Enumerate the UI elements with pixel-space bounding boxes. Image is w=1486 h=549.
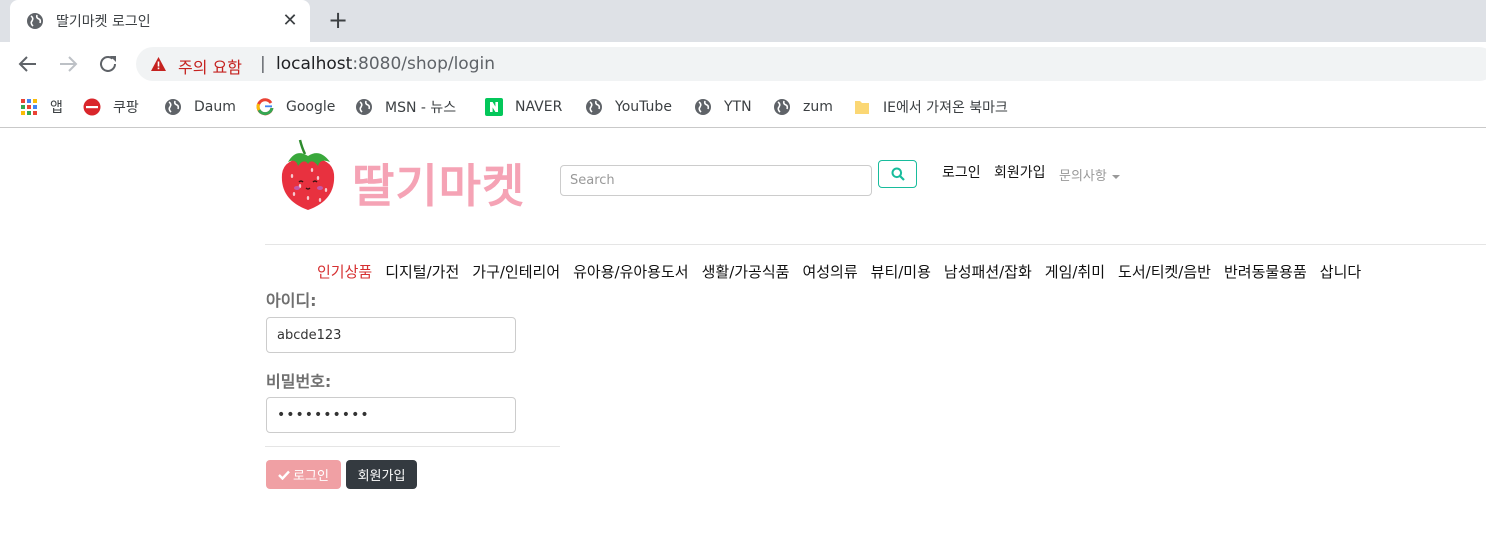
coupang-icon [83,98,101,116]
bookmark-ie-folder[interactable]: IE에서 가져온 북마크 [853,96,1008,118]
apps-grid-icon [21,99,37,115]
header-divider [265,244,1486,245]
search-button[interactable] [878,160,917,188]
globe-icon [165,99,181,115]
category-books[interactable]: 도서/티켓/음반 [1118,263,1211,281]
bookmark-label: IE에서 가져온 북마크 [883,100,1008,116]
bookmark-youtube[interactable]: YouTube [585,96,672,118]
login-button[interactable]: 로그인 [266,460,341,489]
tab-title: 딸기마켓 로그인 [56,14,151,30]
search-input[interactable] [560,165,872,196]
login-button-label: 로그인 [293,468,329,483]
password-label: 비밀번호: [266,372,332,391]
bookmark-label: YouTube [615,99,672,115]
category-furniture[interactable]: 가구/인테리어 [472,263,560,281]
omnibox-separator: | [260,54,266,74]
url-text[interactable]: localhost:8080/shop/login [276,54,495,74]
strawberry-logo-icon[interactable] [278,138,338,214]
new-tab-button[interactable]: + [326,8,350,33]
check-icon [278,470,290,480]
nav-signup-link[interactable]: 회원가입 [994,162,1046,182]
tab-strip: 딸기마켓 로그인 ✕ + [0,0,1486,42]
globe-icon [27,13,43,29]
bookmark-zum[interactable]: zum [773,96,833,118]
bookmark-label: MSN - 뉴스 [385,100,457,116]
site-logo-text[interactable]: 딸기마켓 [352,150,525,216]
password-input[interactable] [266,397,516,433]
bookmark-label: 쿠팡 [113,100,139,116]
address-bar[interactable]: 주의 요함 | localhost:8080/shop/login [136,47,1486,81]
bookmark-apps[interactable]: 앱 [20,96,63,118]
search-icon [891,167,905,181]
browser-toolbar: 주의 요함 | localhost:8080/shop/login [0,42,1486,86]
category-beauty[interactable]: 뷰티/미용 [871,263,931,281]
naver-icon [485,98,503,116]
warning-triangle-icon [151,57,166,71]
category-pets[interactable]: 반려동물용품 [1224,263,1307,281]
nav-login-link[interactable]: 로그인 [942,162,981,182]
bookmark-label: YTN [724,99,752,115]
globe-icon [586,99,602,115]
folder-icon [855,101,869,114]
url-path: :8080/shop/login [352,54,495,74]
signup-button-label: 회원가입 [357,468,406,483]
category-kids[interactable]: 유아용/유아용도서 [573,263,688,281]
bookmark-label: NAVER [515,99,563,115]
signup-button[interactable]: 회원가입 [346,460,417,489]
category-games[interactable]: 게임/취미 [1045,263,1105,281]
bookmark-label: Daum [194,99,236,115]
security-warning-label[interactable]: 주의 요함 [178,54,242,78]
bookmark-coupang[interactable]: 쿠팡 [83,96,139,118]
category-living[interactable]: 생활/가공식품 [702,263,790,281]
bookmark-label: zum [803,99,833,115]
bookmark-msn[interactable]: MSN - 뉴스 [355,96,456,118]
form-divider [265,446,560,447]
browser-tab[interactable]: 딸기마켓 로그인 ✕ [10,0,310,42]
category-wanted[interactable]: 삽니다 [1320,263,1361,281]
bookmark-google[interactable]: Google [256,96,335,118]
category-nav: 인기상품 디지털/가전 가구/인테리어 유아용/유아용도서 생활/가공식품 여성의류 뷰티/… [317,261,1374,283]
category-digital[interactable]: 디지털/가전 [385,263,459,281]
close-tab-icon[interactable]: ✕ [280,11,300,31]
bookmark-ytn[interactable]: YTN [694,96,752,118]
url-host: localhost [276,54,353,74]
bookmark-label: Google [286,99,336,115]
nav-inquiry-label: 문의사항 [1059,169,1107,184]
nav-inquiry-dropdown[interactable]: 문의사항 [1059,165,1120,184]
category-mens-fashion[interactable]: 남성패션/잡화 [944,263,1032,281]
caret-down-icon [1111,174,1120,179]
back-arrow-icon[interactable] [16,52,40,76]
bookmark-naver[interactable]: NAVER [485,96,562,118]
category-womens-clothing[interactable]: 여성의류 [802,263,857,281]
reload-icon[interactable] [96,52,120,76]
globe-icon [774,99,790,115]
bookmarks-bar: 앱 쿠팡 Daum Google MSN - 뉴스 NAVER YouTube … [0,86,1486,128]
id-input[interactable] [266,317,516,353]
bookmark-label: 앱 [50,100,63,116]
category-popular[interactable]: 인기상품 [317,263,372,281]
globe-icon [356,99,372,115]
forward-arrow-icon[interactable] [56,52,80,76]
bookmark-daum[interactable]: Daum [164,96,236,118]
google-icon [256,98,274,116]
id-label: 아이디: [266,291,317,310]
globe-icon [695,99,711,115]
